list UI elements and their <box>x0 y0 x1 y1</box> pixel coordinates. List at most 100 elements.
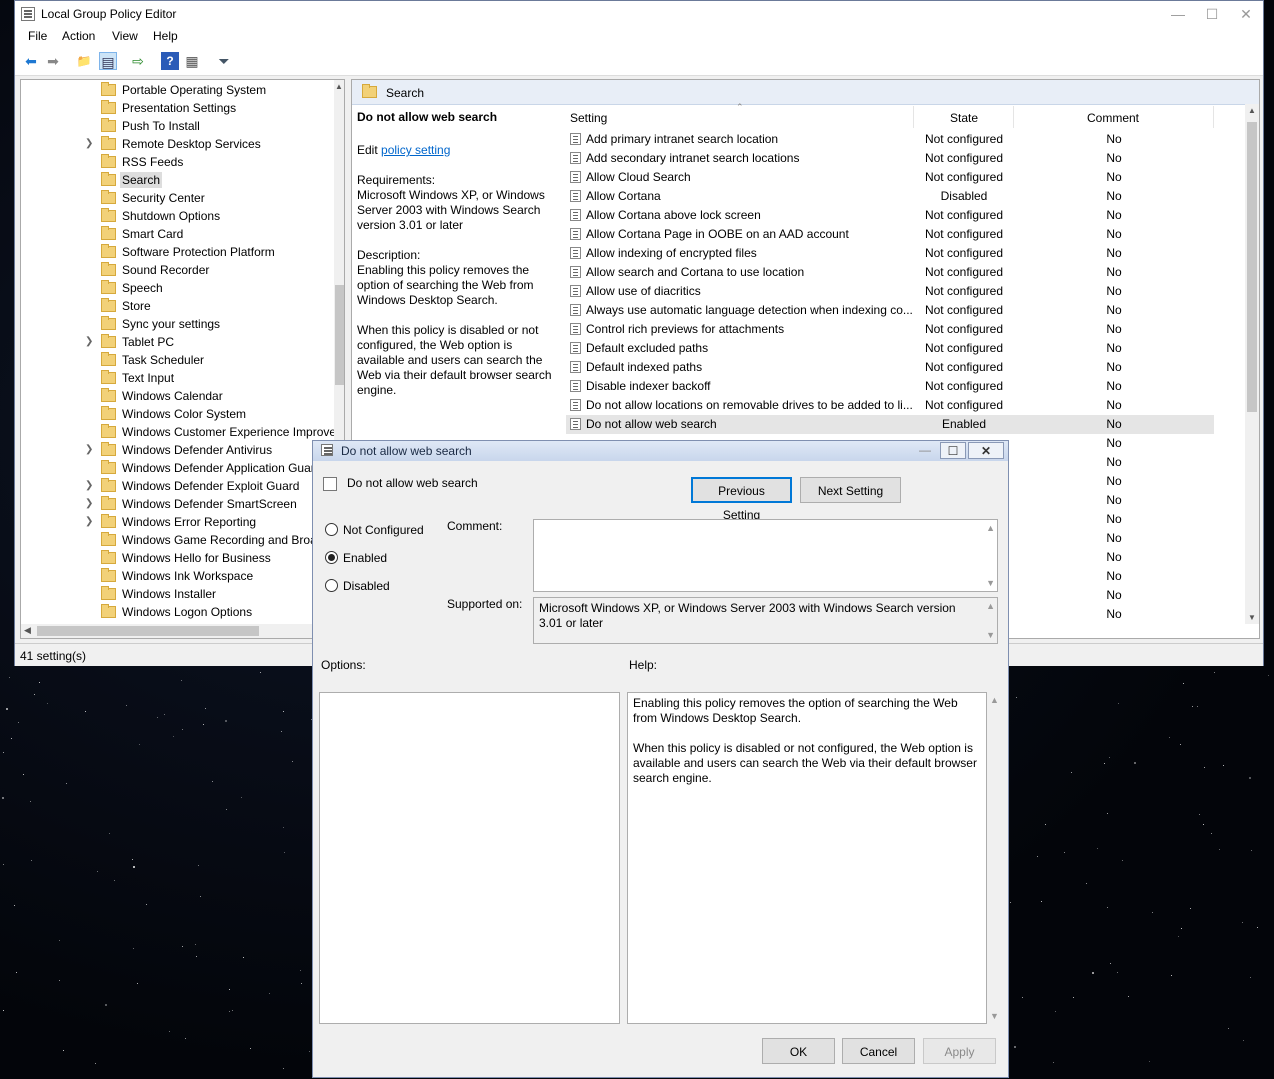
filter-icon[interactable]: ⏷ <box>215 52 233 70</box>
radio-disabled-circle[interactable] <box>325 579 338 592</box>
tree-item[interactable]: Presentation Settings <box>21 99 333 117</box>
setting-row[interactable]: Do not allow locations on removable driv… <box>566 396 1214 415</box>
column-header-state[interactable]: State <box>950 111 978 125</box>
tree-item[interactable]: Security Center <box>21 189 333 207</box>
title-bar[interactable]: Local Group Policy Editor — ☐ ✕ <box>15 1 1263 27</box>
ok-button[interactable]: OK <box>762 1038 835 1064</box>
tree-horizontal-scrollbar[interactable]: ◀ <box>21 624 334 638</box>
maximize-button[interactable]: ☐ <box>1195 1 1229 27</box>
dialog-minimize-button[interactable]: — <box>912 442 938 459</box>
setting-row[interactable]: Add secondary intranet search locations N… <box>566 149 1214 168</box>
tree-item[interactable]: Windows Hello for Business <box>21 549 333 567</box>
scroll-up-icon[interactable]: ▲ <box>986 601 995 611</box>
tree-item[interactable]: Text Input <box>21 369 333 387</box>
forward-icon[interactable]: ➡ <box>44 52 62 70</box>
setting-row[interactable]: Do not allow web search Enabled No <box>566 415 1214 434</box>
expand-chevron-icon[interactable]: ❯ <box>85 516 93 527</box>
help-scroll-up-icon[interactable]: ▲ <box>990 695 1006 705</box>
setting-row[interactable]: Allow Cortana Page in OOBE on an AAD acc… <box>566 225 1214 244</box>
expand-chevron-icon[interactable]: ❯ <box>85 138 93 149</box>
setting-row[interactable]: Disable indexer backoff Not configured No <box>566 377 1214 396</box>
help-panel[interactable]: Enabling this policy removes the option … <box>627 692 987 1024</box>
setting-row[interactable]: Allow search and Cortana to use location… <box>566 263 1214 282</box>
tree-item[interactable]: Sound Recorder <box>21 261 333 279</box>
tree-item[interactable]: ❯ Windows Error Reporting <box>21 513 333 531</box>
tree-item[interactable]: Windows Calendar <box>21 387 333 405</box>
setting-row[interactable]: Always use automatic language detection … <box>566 301 1214 320</box>
setting-row[interactable]: Allow use of diacritics Not configured No <box>566 282 1214 301</box>
export-list-icon[interactable]: ⇨ <box>129 52 147 70</box>
tree-item[interactable]: Search <box>21 171 333 189</box>
tree-item[interactable]: ❯ Windows Defender SmartScreen <box>21 495 333 513</box>
comment-textarea[interactable]: ▲ ▼ <box>533 519 998 592</box>
setting-row[interactable]: Allow Cloud Search Not configured No <box>566 168 1214 187</box>
up-folder-icon[interactable]: 📁 <box>75 52 93 70</box>
expand-chevron-icon[interactable]: ❯ <box>85 444 93 455</box>
minimize-button[interactable]: — <box>1161 1 1195 27</box>
scroll-up-icon[interactable]: ▲ <box>1248 106 1256 115</box>
dialog-maximize-button[interactable]: ☐ <box>940 442 966 459</box>
expand-chevron-icon[interactable]: ❯ <box>85 498 93 509</box>
tree-item[interactable]: Software Protection Platform <box>21 243 333 261</box>
setting-row[interactable]: Default indexed paths Not configured No <box>566 358 1214 377</box>
policy-tree[interactable]: Portable Operating System Presentation Se… <box>20 79 345 639</box>
expand-chevron-icon[interactable]: ❯ <box>85 480 93 491</box>
column-divider[interactable] <box>913 106 914 128</box>
tree-item[interactable]: Store <box>21 297 333 315</box>
scroll-up-icon[interactable]: ▲ <box>986 523 995 533</box>
tree-item[interactable]: Windows Color System <box>21 405 333 423</box>
tree-item[interactable]: Portable Operating System <box>21 81 333 99</box>
help-icon[interactable]: ? <box>161 52 179 70</box>
scroll-left-icon[interactable]: ◀ <box>24 625 31 636</box>
previous-setting-button[interactable]: Previous Setting <box>691 477 792 522</box>
help-scroll-down-icon[interactable]: ▼ <box>990 1011 1006 1021</box>
back-icon[interactable]: ⬅ <box>22 52 40 70</box>
tree-item[interactable]: Windows Installer <box>21 585 333 603</box>
radio-not-configured-circle[interactable] <box>325 523 338 536</box>
supported-on-box[interactable]: Microsoft Windows XP, or Windows Server … <box>533 597 998 644</box>
scroll-down-icon[interactable]: ▼ <box>986 578 995 588</box>
list-vertical-scrollbar[interactable]: ▲ ▼ <box>1245 104 1259 624</box>
tree-item[interactable]: ❯ Windows Defender Exploit Guard <box>21 477 333 495</box>
tree-item[interactable]: RSS Feeds <box>21 153 333 171</box>
close-button[interactable]: ✕ <box>1229 1 1263 27</box>
tree-item[interactable]: Windows Game Recording and Broa <box>21 531 333 549</box>
scroll-down-icon[interactable]: ▼ <box>986 630 995 640</box>
apply-button[interactable]: Apply <box>923 1038 996 1064</box>
tree-hscroll-thumb[interactable] <box>37 626 259 636</box>
menu-help[interactable]: Help <box>153 29 178 43</box>
show-hide-tree-icon[interactable]: ▤ <box>99 52 117 70</box>
column-header-setting[interactable]: Setting <box>570 111 607 125</box>
menu-file[interactable]: File <box>28 29 47 43</box>
tree-item[interactable]: ❯ Tablet PC <box>21 333 333 351</box>
tree-item[interactable]: Sync your settings <box>21 315 333 333</box>
setting-row[interactable]: Add primary intranet search location Not … <box>566 130 1214 149</box>
radio-enabled-circle[interactable] <box>325 551 338 564</box>
setting-row[interactable]: Allow indexing of encrypted files Not con… <box>566 244 1214 263</box>
list-scroll-thumb[interactable] <box>1247 122 1257 412</box>
scroll-down-icon[interactable]: ▼ <box>1248 613 1256 622</box>
tree-item[interactable]: Task Scheduler <box>21 351 333 369</box>
tree-item[interactable]: Windows Defender Application Guar <box>21 459 333 477</box>
dialog-close-button[interactable]: ✕ <box>968 442 1004 459</box>
cancel-button[interactable]: Cancel <box>842 1038 915 1064</box>
tree-item[interactable]: Smart Card <box>21 225 333 243</box>
setting-row[interactable]: Allow Cortana Disabled No <box>566 187 1214 206</box>
properties-icon[interactable]: ▦ <box>183 52 201 70</box>
menu-action[interactable]: Action <box>62 29 95 43</box>
dialog-title-bar[interactable]: Do not allow web search — ☐ ✕ <box>313 441 1008 461</box>
column-divider[interactable] <box>1013 106 1014 128</box>
tree-scroll-thumb[interactable] <box>335 285 344 385</box>
expand-chevron-icon[interactable]: ❯ <box>85 336 93 347</box>
tree-item[interactable]: ❯ Remote Desktop Services <box>21 135 333 153</box>
next-setting-button[interactable]: Next Setting <box>800 477 901 503</box>
policy-setting-link[interactable]: policy setting <box>381 143 450 157</box>
tree-item[interactable]: Windows Ink Workspace <box>21 567 333 585</box>
setting-row[interactable]: Default excluded paths Not configured No <box>566 339 1214 358</box>
tree-item[interactable]: ❯ Windows Defender Antivirus <box>21 441 333 459</box>
tree-item[interactable]: Shutdown Options <box>21 207 333 225</box>
tree-item[interactable]: Windows Customer Experience Improve <box>21 423 336 441</box>
tree-item[interactable]: Windows Logon Options <box>21 603 333 621</box>
setting-row[interactable]: Control rich previews for attachments Not… <box>566 320 1214 339</box>
column-header-comment[interactable]: Comment <box>1087 111 1139 125</box>
